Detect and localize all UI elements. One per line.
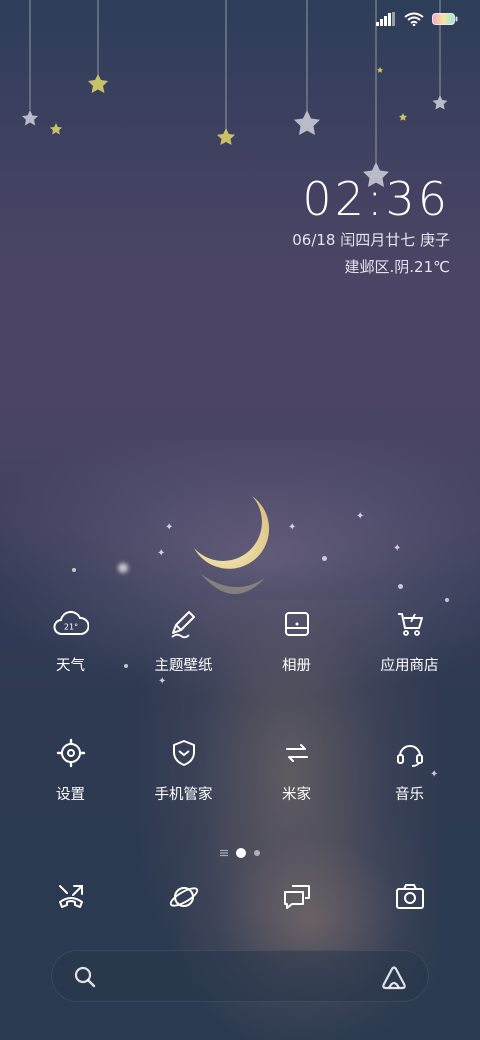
assistant-icon[interactable] [380,964,408,990]
battery-icon [432,13,458,25]
messages-icon [283,885,310,909]
star-icon [399,113,407,121]
svg-text:21°: 21° [63,623,77,632]
gear-icon [56,738,85,768]
gallery-icon [284,612,309,636]
app-label: 天气 [56,658,85,674]
star-icon [50,123,62,135]
shield-icon [172,740,195,766]
app-row-2: 设置 手机管家 米家 音乐 [14,733,480,804]
browser-icon [169,887,198,907]
lock-clock-time[interactable]: 02:36 [302,172,450,226]
dock-camera[interactable] [353,882,466,912]
shopping-cart-icon [397,613,423,636]
dock-browser[interactable] [127,882,240,912]
app-weather[interactable]: 21° 天气 [14,604,127,675]
app-mijia[interactable]: 米家 [240,733,353,804]
app-row-1: 21° 天气 主题壁纸 相册 应用商店 [14,604,480,675]
water-glow [180,800,440,1040]
dock-messages[interactable] [240,882,353,912]
star-icon [294,110,320,135]
mijia-icon [285,744,308,762]
app-gallery[interactable]: 相册 [240,604,353,675]
page-dot[interactable] [254,850,260,856]
sparkle-decoration: ✦ [393,543,402,554]
star-icon [22,110,38,126]
app-themes[interactable]: 主题壁纸 [127,604,240,675]
app-music[interactable]: 音乐 [353,733,466,804]
all-apps-menu-icon[interactable] [220,849,228,857]
sparkle-decoration: ✦ [165,522,174,533]
crescent-moon-decoration [194,496,270,569]
lunar-date: 06/18 闰四月廿七 庚子 [292,231,450,249]
light-dot [398,584,403,589]
light-dot [445,598,449,602]
star-icon [217,128,235,145]
light-dot [72,568,76,572]
page-dot-active[interactable] [236,848,246,858]
status-bar [376,8,458,30]
page-indicator[interactable] [0,848,480,858]
app-label: 音乐 [395,787,424,803]
wifi-icon [404,12,424,26]
search-icon[interactable] [73,965,97,989]
sparkle-decoration: ✦ [157,548,166,559]
star-icon [377,67,383,73]
sparkle-decoration: ✦ [356,511,365,522]
app-label: 设置 [56,787,85,803]
signal-bars-icon [376,12,395,26]
hanging-stars-decoration [22,0,448,187]
star-icon [432,95,448,110]
dock [14,882,480,912]
search-bar[interactable] [51,950,429,1002]
app-label: 主题壁纸 [154,658,213,674]
camera-icon [395,884,424,909]
app-store[interactable]: 应用商店 [353,604,466,675]
brush-icon [170,611,195,639]
app-settings[interactable]: 设置 [14,733,127,804]
app-label: 手机管家 [154,787,213,803]
app-label: 米家 [282,787,311,803]
dock-phone[interactable] [14,882,127,912]
app-security[interactable]: 手机管家 [127,733,240,804]
light-dot [322,556,327,561]
sparkle-decoration: ✦ [158,676,167,687]
weather-summary[interactable]: 建邺区.阴.21℃ [345,256,450,277]
light-dot [118,563,128,573]
headphones-icon [396,745,423,767]
star-icon [88,74,108,93]
cloud-weather-icon: 21° [53,610,89,635]
home-screen: 02:36 06/18 闰四月廿七 庚子 建邺区.阴.21℃ ✦ ✦ ✦ ✦ ✦… [0,0,480,1040]
sparkle-decoration: ✦ [288,522,297,533]
app-label: 相册 [282,658,311,674]
phone-icon [58,885,83,908]
app-label: 应用商店 [380,658,439,674]
